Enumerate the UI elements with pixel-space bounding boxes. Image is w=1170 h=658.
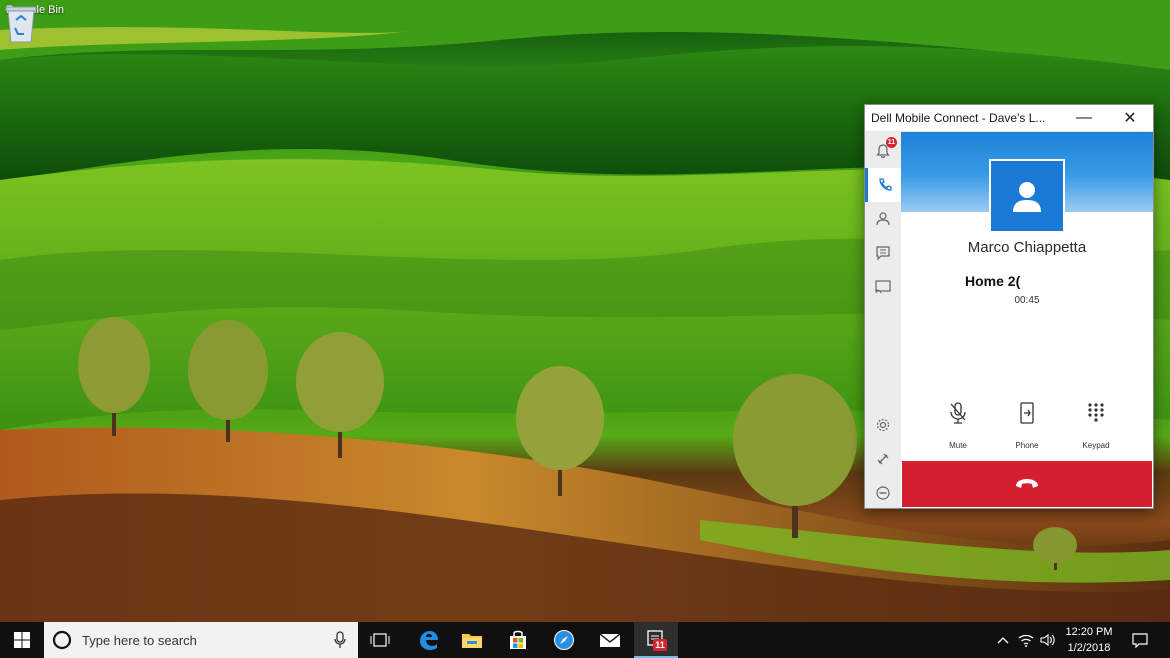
window-titlebar[interactable]: Dell Mobile Connect - Dave's L... — ✕ xyxy=(865,105,1153,132)
taskbar: Type here to search 11 12:20 PM 1/2/2018 xyxy=(0,622,1170,658)
person-avatar-icon xyxy=(1013,182,1041,212)
contact-name: Marco Chiappetta xyxy=(967,239,1087,256)
close-button[interactable]: ✕ xyxy=(1107,105,1153,132)
person-icon xyxy=(876,212,890,226)
windows-logo-icon xyxy=(14,632,30,648)
network-button[interactable] xyxy=(1016,622,1036,658)
taskbar-search-box[interactable]: Type here to search xyxy=(44,622,358,658)
task-view-icon xyxy=(370,633,390,647)
phone-button[interactable]: Phone xyxy=(997,402,1057,450)
call-panel: Marco Chiappetta Home 2( 00:45 Mute Phon… xyxy=(901,132,1153,508)
mic-icon xyxy=(950,402,966,424)
call-line-label: Home 2( xyxy=(965,273,1021,289)
keypad-label: Keypad xyxy=(1082,441,1110,450)
nav-messages[interactable] xyxy=(865,236,901,270)
keypad-icon xyxy=(1088,403,1104,422)
phone-transfer-icon xyxy=(1020,402,1034,424)
desktop-icon-recycle-bin[interactable]: Recycle Bin xyxy=(4,4,66,43)
mail-icon xyxy=(599,633,621,647)
action-center-button[interactable] xyxy=(1124,622,1156,658)
taskbar-dell-mobile-connect[interactable]: 11 xyxy=(634,622,678,658)
keypad-button[interactable]: Keypad xyxy=(1066,402,1126,450)
call-timer: 00:45 xyxy=(1014,295,1040,306)
microphone-icon[interactable] xyxy=(334,631,346,649)
wifi-icon xyxy=(1018,634,1034,647)
nav-connection[interactable] xyxy=(865,442,901,476)
show-hidden-icons-button[interactable] xyxy=(994,622,1012,658)
task-view-button[interactable] xyxy=(362,622,398,658)
clock-time: 12:20 PM xyxy=(1065,626,1113,638)
clock[interactable]: 12:20 PM 1/2/2018 xyxy=(1060,622,1118,658)
speaker-icon xyxy=(1040,633,1055,647)
folder-icon xyxy=(462,634,482,648)
contact-avatar xyxy=(989,159,1065,233)
search-placeholder: Type here to search xyxy=(82,632,197,648)
notification-center-icon xyxy=(1132,633,1148,648)
cortana-icon xyxy=(52,630,72,650)
chevron-up-icon xyxy=(997,637,1009,644)
message-icon xyxy=(876,246,890,261)
start-button[interactable] xyxy=(0,622,44,658)
nav-calls[interactable] xyxy=(865,168,901,202)
volume-button[interactable] xyxy=(1038,622,1058,658)
hang-up-button[interactable] xyxy=(902,461,1152,507)
minimize-button[interactable]: — xyxy=(1061,105,1107,132)
taskbar-app-badge: 11 xyxy=(653,639,667,651)
nav-settings[interactable] xyxy=(865,408,901,442)
nav-contacts[interactable] xyxy=(865,202,901,236)
link-icon xyxy=(877,453,889,465)
mute-button[interactable]: Mute xyxy=(928,402,988,450)
cast-icon xyxy=(875,280,891,294)
phone-label: Phone xyxy=(1015,441,1039,450)
minus-circle-icon xyxy=(876,486,890,500)
taskbar-safari[interactable] xyxy=(544,622,584,658)
nav-screen-mirror[interactable] xyxy=(865,270,901,304)
edge-browser-icon xyxy=(420,631,438,650)
app-sidebar: 11 xyxy=(865,132,901,508)
phone-icon xyxy=(878,178,892,191)
dell-mobile-connect-window: Dell Mobile Connect - Dave's L... — ✕ 11 xyxy=(864,104,1154,509)
store-icon xyxy=(510,630,526,649)
compass-icon xyxy=(554,630,574,650)
mute-label: Mute xyxy=(949,441,967,450)
recycle-bin-icon xyxy=(5,6,37,43)
taskbar-mail[interactable] xyxy=(590,622,630,658)
taskbar-store[interactable] xyxy=(498,622,538,658)
nav-do-not-disturb[interactable] xyxy=(865,476,901,510)
gear-icon xyxy=(876,418,890,432)
clock-date: 1/2/2018 xyxy=(1067,642,1111,654)
notification-badge: 11 xyxy=(886,137,897,148)
nav-notifications[interactable]: 11 xyxy=(865,134,901,168)
window-title: Dell Mobile Connect - Dave's L... xyxy=(871,111,1046,125)
taskbar-file-explorer[interactable] xyxy=(452,622,492,658)
hang-up-icon xyxy=(1016,479,1038,488)
taskbar-edge[interactable] xyxy=(408,622,448,658)
